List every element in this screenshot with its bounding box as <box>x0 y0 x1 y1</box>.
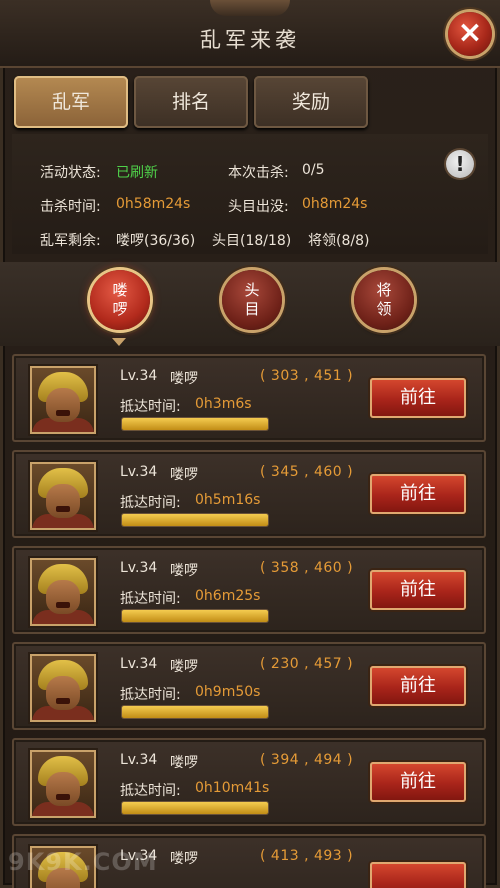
rebel-level: Lv.34 <box>120 560 158 576</box>
arrival-time: 0h6m25s <box>195 588 261 604</box>
go-button[interactable]: 前往 <box>370 570 466 610</box>
arrival-progress-bar <box>122 418 268 430</box>
status-label: 活动状态: <box>40 165 101 181</box>
rebel-coordinates: ( 345 , 460 ) <box>260 464 354 480</box>
rebel-level: Lv.34 <box>120 464 158 480</box>
rebel-avatar <box>32 560 94 624</box>
filter-minion-button[interactable]: 喽啰 <box>90 270 150 330</box>
rebel-name: 喽啰 <box>170 659 198 675</box>
list-item: Lv.34 喽啰 ( 394 , 494 ) 抵达时间: 0h10m41s 前往 <box>12 738 486 826</box>
filter-minion-label: 喽啰 <box>112 281 128 318</box>
boss-appear-value: 0h8m24s <box>302 196 368 212</box>
rebel-coordinates: ( 413 , 493 ) <box>260 848 354 864</box>
arrival-progress-bar <box>122 610 268 622</box>
arrival-time: 0h10m41s <box>195 780 270 796</box>
kills-label: 本次击杀: <box>228 165 289 181</box>
close-icon[interactable]: × <box>448 12 492 56</box>
go-button[interactable] <box>370 862 466 888</box>
arrival-time: 0h9m50s <box>195 684 261 700</box>
arrival-label: 抵达时间: <box>120 783 181 799</box>
go-button[interactable]: 前往 <box>370 378 466 418</box>
title-crest-ornament <box>210 0 290 16</box>
rebel-name: 喽啰 <box>170 755 198 771</box>
site-watermark: 9K9K.COM <box>8 848 158 876</box>
remaining-general: 将领(8/8) <box>308 233 370 249</box>
rebel-name: 喽啰 <box>170 851 198 867</box>
arrival-label: 抵达时间: <box>120 687 181 703</box>
list-item: Lv.34 喽啰 ( 230 , 457 ) 抵达时间: 0h9m50s 前往 <box>12 642 486 730</box>
rebel-name: 喽啰 <box>170 467 198 483</box>
rebel-name: 喽啰 <box>170 371 198 387</box>
rebel-coordinates: ( 230 , 457 ) <box>260 656 354 672</box>
filter-general-label: 将领 <box>376 281 392 318</box>
rebel-level: Lv.34 <box>120 368 158 384</box>
tab-rewards[interactable]: 奖励 <box>254 76 368 128</box>
game-window: 乱军来袭 × 乱军 排名 奖励 活动状态: 已刷新 本次击杀: 0/5 击杀时间… <box>0 0 500 888</box>
event-info-panel: 活动状态: 已刷新 本次击杀: 0/5 击杀时间: 0h58m24s 头目出没:… <box>12 134 488 254</box>
arrival-progress-bar <box>122 706 268 718</box>
rebel-avatar <box>32 656 94 720</box>
rebel-level: Lv.34 <box>120 656 158 672</box>
go-button[interactable]: 前往 <box>370 762 466 802</box>
rebel-coordinates: ( 303 , 451 ) <box>260 368 354 384</box>
filter-boss-label: 头目 <box>244 281 260 318</box>
go-button[interactable]: 前往 <box>370 666 466 706</box>
arrival-time: 0h3m6s <box>195 396 252 412</box>
status-value: 已刷新 <box>116 165 158 181</box>
boss-appear-label: 头目出没: <box>228 199 289 215</box>
arrival-label: 抵达时间: <box>120 399 181 415</box>
arrival-label: 抵达时间: <box>120 495 181 511</box>
filter-general-button[interactable]: 将领 <box>354 270 414 330</box>
list-item: Lv.34 喽啰 ( 345 , 460 ) 抵达时间: 0h5m16s 前往 <box>12 450 486 538</box>
rebel-avatar <box>32 368 94 432</box>
kill-time-value: 0h58m24s <box>116 196 191 212</box>
list-item: Lv.34 喽啰 ( 303 , 451 ) 抵达时间: 0h3m6s 前往 <box>12 354 486 442</box>
rebel-level: Lv.34 <box>120 752 158 768</box>
title-bar: 乱军来袭 × <box>0 0 500 68</box>
kill-time-label: 击杀时间: <box>40 199 101 215</box>
window-title: 乱军来袭 <box>200 28 300 52</box>
tab-ranking[interactable]: 排名 <box>134 76 248 128</box>
arrival-time: 0h5m16s <box>195 492 261 508</box>
arrival-label: 抵达时间: <box>120 591 181 607</box>
list-item: Lv.34 喽啰 ( 358 , 460 ) 抵达时间: 0h6m25s 前往 <box>12 546 486 634</box>
selected-filter-pointer-icon <box>112 338 126 346</box>
rebel-list[interactable]: Lv.34 喽啰 ( 303 , 451 ) 抵达时间: 0h3m6s 前往 L… <box>0 350 500 888</box>
rebel-name: 喽啰 <box>170 563 198 579</box>
remaining-label: 乱军剩余: <box>40 233 101 249</box>
rebel-coordinates: ( 358 , 460 ) <box>260 560 354 576</box>
rebel-avatar <box>32 464 94 528</box>
kills-value: 0/5 <box>302 162 325 178</box>
go-button[interactable]: 前往 <box>370 474 466 514</box>
filter-boss-button[interactable]: 头目 <box>222 270 282 330</box>
rebel-avatar <box>32 752 94 816</box>
rebel-coordinates: ( 394 , 494 ) <box>260 752 354 768</box>
arrival-progress-bar <box>122 514 268 526</box>
remaining-boss: 头目(18/18) <box>212 233 292 249</box>
tab-rebels[interactable]: 乱军 <box>14 76 128 128</box>
info-alert-icon[interactable]: ! <box>446 150 474 178</box>
remaining-minion: 喽啰(36/36) <box>116 233 196 249</box>
arrival-progress-bar <box>122 802 268 814</box>
